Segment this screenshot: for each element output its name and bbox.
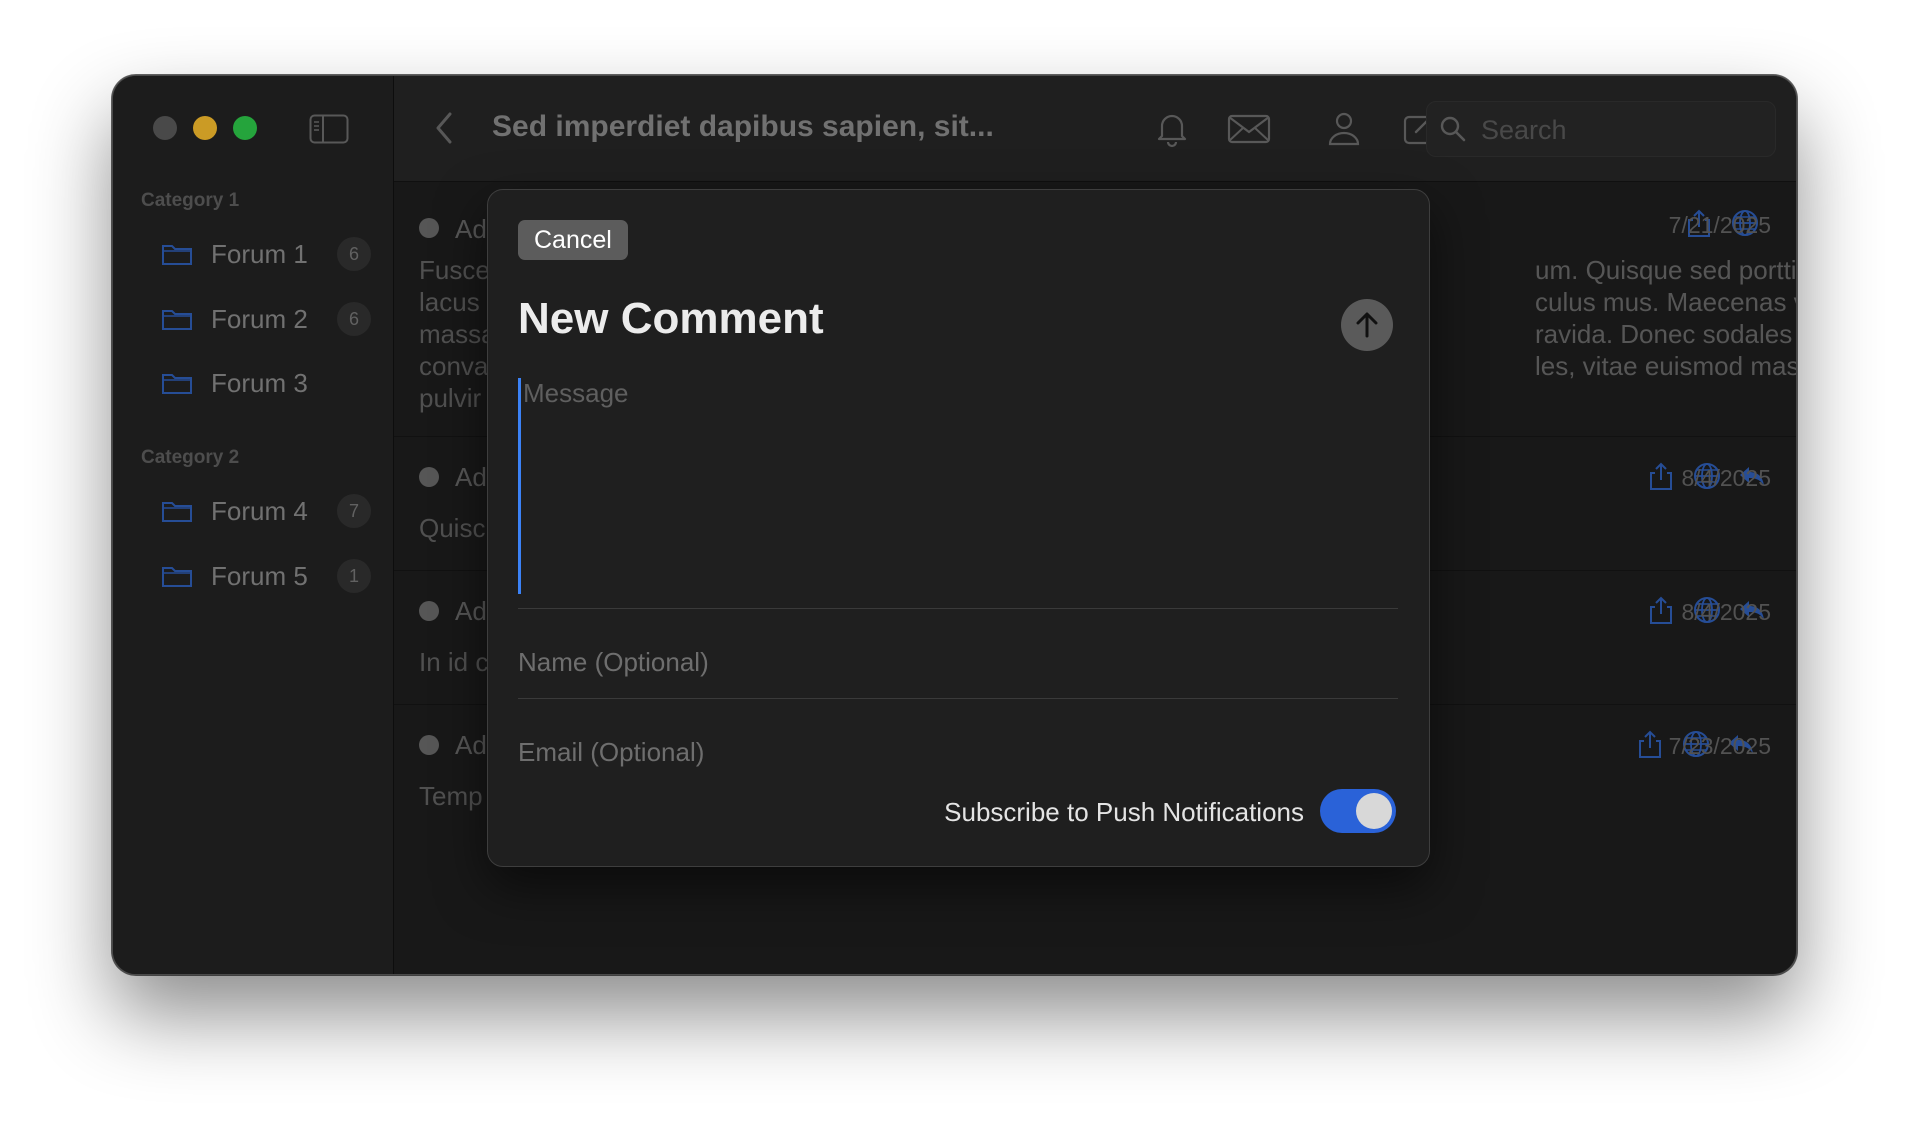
push-notifications-toggle[interactable] (1320, 789, 1396, 833)
email-field[interactable] (518, 732, 1398, 772)
app-window: Category 1 Forum 1 6 Forum 2 6 Forum 3 C… (112, 75, 1797, 975)
modal-title: New Comment (518, 294, 824, 343)
toggle-knob (1356, 793, 1392, 829)
name-field[interactable] (518, 642, 1398, 682)
subscribe-label: Subscribe to Push Notifications (944, 797, 1304, 827)
cancel-button[interactable]: Cancel (518, 220, 628, 260)
divider (518, 698, 1398, 699)
send-button[interactable] (1341, 299, 1393, 351)
new-comment-sheet: Cancel New Comment Subscribe to Push Not… (487, 189, 1430, 867)
message-field[interactable] (518, 378, 1398, 594)
divider (518, 608, 1398, 609)
arrow-up-icon (1356, 312, 1378, 338)
